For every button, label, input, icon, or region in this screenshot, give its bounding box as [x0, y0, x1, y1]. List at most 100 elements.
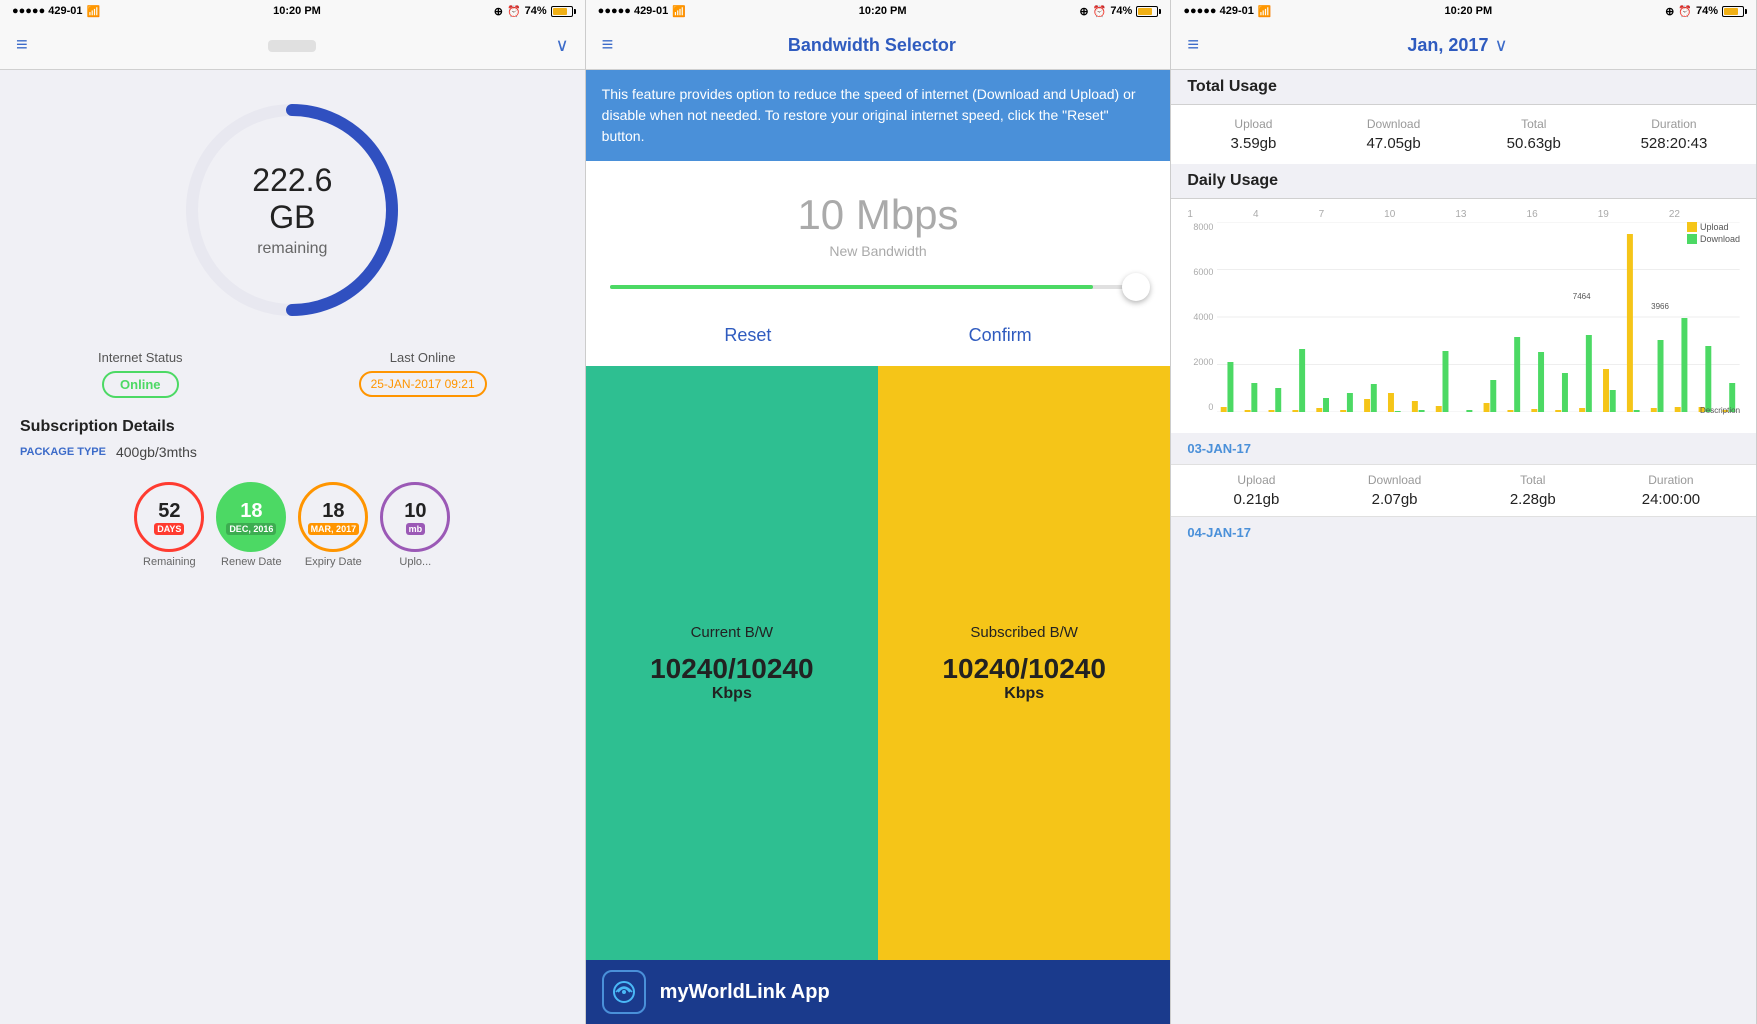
subscribed-bw-title: Subscribed B/W: [970, 624, 1078, 641]
subscribed-bw-unit: Kbps: [1004, 685, 1044, 703]
circle-badge-2: MAR, 2017: [308, 523, 360, 535]
daily-section: 03-JAN-17 Upload 0.21gb Download 2.07gb …: [1171, 433, 1756, 548]
circle-badge-1: DEC, 2016: [226, 523, 276, 535]
confirm-button[interactable]: Confirm: [969, 325, 1032, 346]
time-3: 10:20 PM: [1444, 5, 1492, 17]
status-right-1: ⊕ ⏰ 74%: [494, 5, 573, 18]
menu-icon-3[interactable]: ≡: [1187, 34, 1199, 57]
dropdown-1[interactable]: [268, 40, 316, 52]
bandwidth-value: 10 Mbps: [606, 191, 1151, 239]
circle-renew: 18 DEC, 2016 Renew Date: [216, 482, 286, 568]
nav-title-2: Bandwidth Selector: [613, 35, 1130, 56]
subscribed-bw-card: Subscribed B/W 10240/10240 Kbps: [878, 366, 1170, 960]
legend-upload-label: Upload: [1700, 222, 1729, 232]
circle-sublabel-0: Remaining: [134, 556, 204, 568]
chart-legend: Upload Download: [1687, 222, 1740, 244]
circle-number-1: 18: [240, 500, 262, 523]
battery-icon-1: [551, 6, 573, 17]
app-icon: [602, 970, 646, 1014]
battery-text-2: 74%: [1110, 5, 1132, 17]
status-bar-1: ●●●●● 429-01 📶 10:20 PM ⊕ ⏰ 74%: [0, 0, 585, 22]
action-row: Reset Confirm: [586, 305, 1171, 366]
circle-remaining: 52 DAYS Remaining: [134, 482, 204, 568]
legend-upload-dot: [1687, 222, 1697, 232]
online-badge: Online: [102, 371, 178, 398]
time-2: 10:20 PM: [859, 5, 907, 17]
circle-number-3: 10: [404, 500, 426, 523]
location-icon-2: ⊕: [1079, 5, 1088, 18]
current-bw-title: Current B/W: [691, 624, 774, 641]
panel3-content: Total Usage Upload3.59gb Download47.05gb…: [1171, 70, 1756, 1024]
panel-usage: ●●●●● 429-01 📶 10:20 PM ⊕ ⏰ 74% ≡ Jan, 2…: [1171, 0, 1757, 1024]
time-1: 10:20 PM: [273, 5, 321, 17]
gauge-value: 222.6 GB: [232, 162, 352, 236]
circle-badge-0: DAYS: [154, 523, 184, 535]
circle-sublabel-3: Uplo...: [380, 556, 450, 568]
package-label: PACKAGE TYPE: [20, 446, 106, 458]
location-icon-3: ⊕: [1665, 5, 1674, 18]
status-left-1: ●●●●● 429-01 📶: [12, 5, 100, 18]
slider-track[interactable]: [610, 285, 1147, 289]
total-download-label: Download: [1328, 117, 1460, 131]
signal-text-2: ●●●●● 429-01: [598, 5, 669, 17]
daily-duration-value-0: 24:00:00: [1602, 491, 1740, 508]
description-label: Description: [1700, 406, 1740, 415]
current-bw-unit: Kbps: [712, 685, 752, 703]
chart-section: 147 101316 1922 8000 6000 4000 2000 0: [1171, 199, 1756, 433]
reset-button[interactable]: Reset: [724, 325, 771, 346]
panel2-content: This feature provides option to reduce t…: [586, 70, 1171, 1024]
chevron-icon-3[interactable]: ∨: [1494, 35, 1507, 56]
circle-expiry: 18 MAR, 2017 Expiry Date: [298, 482, 368, 568]
alarm-icon-3: ⏰: [1678, 5, 1692, 18]
panel-bandwidth: ●●●●● 429-01 📶 10:20 PM ⊕ ⏰ 74% ≡ Bandwi…: [586, 0, 1172, 1024]
daily-total-label-0: Total: [1464, 473, 1602, 487]
total-duration-value: 528:20:43: [1608, 135, 1740, 152]
battery-text-3: 74%: [1696, 5, 1718, 17]
circle-badge-3: mb: [406, 523, 426, 535]
status-bar-2: ●●●●● 429-01 📶 10:20 PM ⊕ ⏰ 74%: [586, 0, 1171, 22]
nav-bar-1: ≡ ∨: [0, 22, 585, 70]
daily-upload-value-0: 0.21gb: [1187, 491, 1325, 508]
signal-text-1: ●●●●● 429-01: [12, 5, 83, 17]
current-bw-card: Current B/W 10240/10240 Kbps: [586, 366, 878, 960]
status-row: Internet Status Online Last Online 25-JA…: [0, 340, 585, 408]
package-value: 400gb/3mths: [116, 444, 197, 460]
alarm-icon-1: ⏰: [507, 5, 521, 18]
bar-label-3966: 3966: [1651, 302, 1669, 311]
menu-icon-1[interactable]: ≡: [16, 34, 28, 57]
package-row: PACKAGE TYPE 400gb/3mths: [20, 444, 565, 460]
daily-download-value-0: 2.07gb: [1326, 491, 1464, 508]
total-total-label: Total: [1468, 117, 1600, 131]
location-icon-1: ⊕: [494, 5, 503, 18]
chart-svg: [1217, 222, 1740, 412]
total-usage-header: Total Usage: [1171, 70, 1756, 105]
chevron-icon-1[interactable]: ∨: [555, 35, 568, 56]
panel1-content: 222.6 GB remaining Internet Status Onlin…: [0, 70, 585, 1024]
total-upload-label: Upload: [1187, 117, 1319, 131]
circle-sublabel-1: Renew Date: [216, 556, 286, 568]
circle-number-0: 52: [158, 500, 180, 523]
app-name: myWorldLink App: [660, 981, 830, 1004]
circle-sublabel-2: Expiry Date: [298, 556, 368, 568]
total-usage-labels: Upload3.59gb Download47.05gb Total50.63g…: [1171, 105, 1756, 164]
slider-container: [586, 269, 1171, 305]
bar-chart: Upload Download 7464 3966 Description: [1217, 222, 1740, 417]
circle-upload: 10 mb Uplo...: [380, 482, 450, 568]
subscription-title: Subscription Details: [20, 418, 565, 436]
date-04jan: 04-JAN-17: [1171, 517, 1756, 548]
menu-icon-2[interactable]: ≡: [602, 34, 614, 57]
battery-icon-2: [1136, 6, 1158, 17]
daily-upload-label-0: Upload: [1187, 473, 1325, 487]
gauge-text: 222.6 GB remaining: [232, 162, 352, 258]
y-axis: 8000 6000 4000 2000 0: [1187, 222, 1217, 412]
bw-cards: Current B/W 10240/10240 Kbps Subscribed …: [586, 366, 1171, 960]
legend-download-label: Download: [1700, 234, 1740, 244]
daily-duration-label-0: Duration: [1602, 473, 1740, 487]
nav-bar-3: ≡ Jan, 2017 ∨: [1171, 22, 1756, 70]
internet-status-label: Internet Status: [98, 350, 183, 365]
slider-thumb[interactable]: [1122, 273, 1150, 301]
chart-wrapper: 147 101316 1922 8000 6000 4000 2000 0: [1187, 209, 1740, 417]
subscription-section: Subscription Details PACKAGE TYPE 400gb/…: [0, 408, 585, 482]
circle-number-2: 18: [322, 500, 344, 523]
wifi-icon-1: 📶: [87, 5, 101, 18]
